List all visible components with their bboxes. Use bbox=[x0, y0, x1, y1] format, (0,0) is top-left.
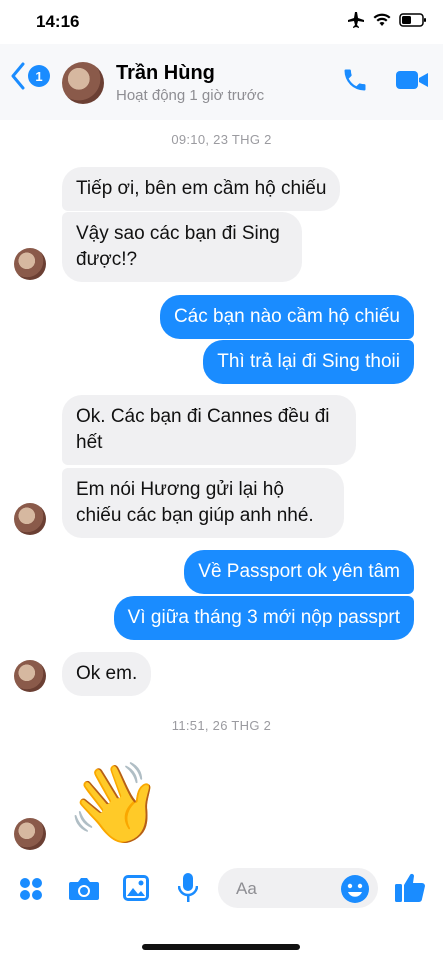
smiley-icon[interactable] bbox=[340, 874, 370, 904]
sender-avatar bbox=[14, 503, 46, 535]
image-icon[interactable] bbox=[122, 874, 150, 902]
unread-badge: 1 bbox=[28, 65, 50, 87]
camera-icon[interactable] bbox=[68, 876, 100, 902]
four-dots-icon[interactable] bbox=[18, 876, 44, 902]
message-outgoing[interactable]: Về Passport ok yên tâm bbox=[184, 550, 414, 594]
presence-status: Hoạt động 1 giờ trước bbox=[116, 87, 265, 104]
timestamp: 11:51, 26 THG 2 bbox=[171, 718, 272, 733]
message-incoming[interactable]: Ok. Các bạn đi Cannes đều đi hết bbox=[62, 395, 356, 465]
message-outgoing[interactable]: Thì trả lại đi Sing thoii bbox=[203, 340, 414, 384]
timestamp: 09:10, 23 THG 2 bbox=[171, 132, 272, 147]
status-time: 14:16 bbox=[36, 12, 80, 31]
battery-icon bbox=[399, 13, 426, 27]
status-icons bbox=[347, 12, 427, 28]
phone-icon[interactable] bbox=[341, 66, 369, 94]
thumbs-up-icon[interactable] bbox=[394, 870, 426, 904]
message-incoming[interactable]: Tiếp ơi, bên em cầm hộ chiếu bbox=[62, 167, 341, 211]
contact-name[interactable]: Trần Hùng bbox=[116, 62, 215, 85]
sender-avatar bbox=[14, 248, 46, 280]
avatar[interactable] bbox=[62, 62, 104, 104]
message-incoming[interactable]: Em nói Hương gửi lại hộ chiếu các bạn gi… bbox=[62, 468, 344, 538]
message-incoming[interactable]: Vậy sao các bạn đi Sing được!? bbox=[62, 212, 302, 282]
microphone-icon[interactable] bbox=[178, 872, 198, 904]
home-indicator bbox=[142, 944, 300, 950]
back-button[interactable]: 1 bbox=[10, 62, 50, 90]
video-camera-icon[interactable] bbox=[395, 68, 429, 92]
wave-emoji-message[interactable]: 👋 bbox=[66, 758, 163, 848]
sender-avatar bbox=[14, 818, 46, 850]
message-incoming[interactable]: Ok em. bbox=[62, 652, 152, 696]
message-outgoing[interactable]: Vì giữa tháng 3 mới nộp passprt bbox=[113, 596, 414, 640]
header-actions bbox=[341, 66, 429, 94]
message-input-placeholder: Aa bbox=[236, 879, 257, 898]
wifi-icon bbox=[373, 13, 391, 26]
chevron-left-icon bbox=[11, 62, 25, 90]
message-outgoing[interactable]: Các bạn nào cầm hộ chiếu bbox=[159, 295, 414, 339]
airplane-icon bbox=[348, 12, 364, 28]
sender-avatar bbox=[14, 660, 46, 692]
